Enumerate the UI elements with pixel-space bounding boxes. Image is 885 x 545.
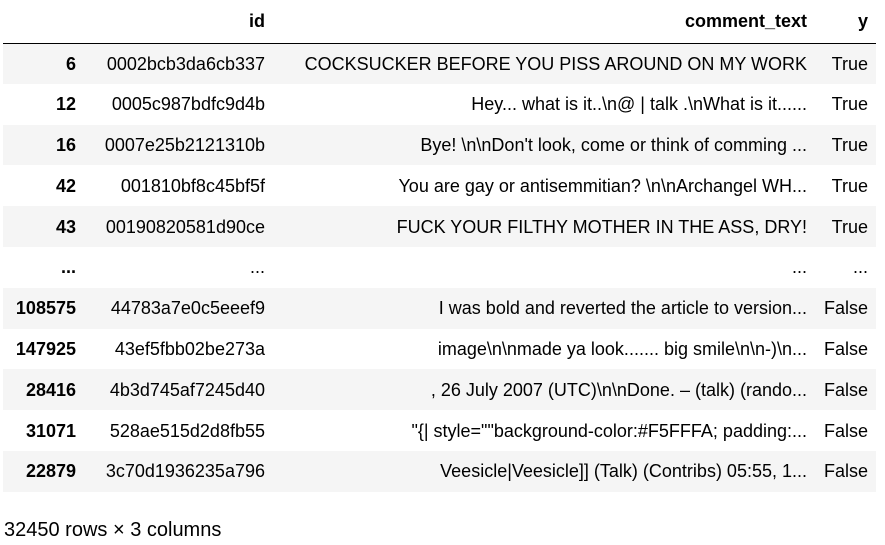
id-cell: 001810bf8c45bf5f xyxy=(84,165,273,206)
id-cell: 3c70d1936235a796 xyxy=(84,451,273,492)
row-index: 147925 xyxy=(3,329,84,370)
table-row: 28416 4b3d745af7245d40 , 26 July 2007 (U… xyxy=(3,369,876,410)
table-row: 108575 44783a7e0c5eeef9 I was bold and r… xyxy=(3,288,876,329)
id-cell: 0002bcb3da6cb337 xyxy=(84,43,273,84)
id-cell: 4b3d745af7245d40 xyxy=(84,369,273,410)
row-index: 28416 xyxy=(3,369,84,410)
row-index: 43 xyxy=(3,206,84,247)
y-cell: False xyxy=(815,410,876,451)
comment-text-cell: Bye! \n\nDon't look, come or think of co… xyxy=(273,125,815,166)
table-row: 43 00190820581d90ce FUCK YOUR FILTHY MOT… xyxy=(3,206,876,247)
row-index: 42 xyxy=(3,165,84,206)
row-index: 16 xyxy=(3,125,84,166)
table-row: 42 001810bf8c45bf5f You are gay or antis… xyxy=(3,165,876,206)
comment-text-cell: Hey... what is it..\n@ | talk .\nWhat is… xyxy=(273,84,815,125)
comment-text-cell: You are gay or antisemmitian? \n\nArchan… xyxy=(273,165,815,206)
id-cell: 43ef5fbb02be273a xyxy=(84,329,273,370)
dataframe-shape-text: 32450 rows × 3 columns xyxy=(4,517,221,543)
comment-text-cell: COCKSUCKER BEFORE YOU PISS AROUND ON MY … xyxy=(273,43,815,84)
row-index: 108575 xyxy=(3,288,84,329)
y-cell: True xyxy=(815,84,876,125)
y-cell: True xyxy=(815,125,876,166)
y-cell: False xyxy=(815,369,876,410)
index-column-header xyxy=(3,0,84,43)
row-index: 22879 xyxy=(3,451,84,492)
comment-text-cell: image\n\nmade ya look....... big smile\n… xyxy=(273,329,815,370)
row-index: 6 xyxy=(3,43,84,84)
id-cell: ... xyxy=(84,247,273,288)
id-column-header: id xyxy=(84,0,273,43)
row-index: 12 xyxy=(3,84,84,125)
id-cell: 528ae515d2d8fb55 xyxy=(84,410,273,451)
comment-text-cell: Veesicle|Veesicle]] (Talk) (Contribs) 05… xyxy=(273,451,815,492)
dataframe-container: id comment_text y 6 0002bcb3da6cb337 COC… xyxy=(3,0,876,492)
table-row: 16 0007e25b2121310b Bye! \n\nDon't look,… xyxy=(3,125,876,166)
table-row: 22879 3c70d1936235a796 Veesicle|Veesicle… xyxy=(3,451,876,492)
id-cell: 0005c987bdfc9d4b xyxy=(84,84,273,125)
y-cell: True xyxy=(815,43,876,84)
comment-text-cell: FUCK YOUR FILTHY MOTHER IN THE ASS, DRY! xyxy=(273,206,815,247)
table-header: id comment_text y xyxy=(3,0,876,43)
y-cell: False xyxy=(815,329,876,370)
table-row: 147925 43ef5fbb02be273a image\n\nmade ya… xyxy=(3,329,876,370)
y-cell: True xyxy=(815,165,876,206)
row-index: 31071 xyxy=(3,410,84,451)
y-cell: False xyxy=(815,451,876,492)
header-row: id comment_text y xyxy=(3,0,876,43)
id-cell: 44783a7e0c5eeef9 xyxy=(84,288,273,329)
comment-text-cell: "{| style=""background-color:#F5FFFA; pa… xyxy=(273,410,815,451)
y-cell: True xyxy=(815,206,876,247)
comment-text-cell: ... xyxy=(273,247,815,288)
table-row: 12 0005c987bdfc9d4b Hey... what is it..\… xyxy=(3,84,876,125)
y-cell: ... xyxy=(815,247,876,288)
y-column-header: y xyxy=(815,0,876,43)
comment-text-cell: , 26 July 2007 (UTC)\n\nDone. – (talk) (… xyxy=(273,369,815,410)
comment-text-cell: I was bold and reverted the article to v… xyxy=(273,288,815,329)
y-cell: False xyxy=(815,288,876,329)
id-cell: 0007e25b2121310b xyxy=(84,125,273,166)
table-body: 6 0002bcb3da6cb337 COCKSUCKER BEFORE YOU… xyxy=(3,43,876,492)
ellipsis-row: ... ... ... ... xyxy=(3,247,876,288)
table-row: 31071 528ae515d2d8fb55 "{| style=""backg… xyxy=(3,410,876,451)
row-index: ... xyxy=(3,247,84,288)
table-row: 6 0002bcb3da6cb337 COCKSUCKER BEFORE YOU… xyxy=(3,43,876,84)
comment-text-column-header: comment_text xyxy=(273,0,815,43)
dataframe-table: id comment_text y 6 0002bcb3da6cb337 COC… xyxy=(3,0,876,492)
id-cell: 00190820581d90ce xyxy=(84,206,273,247)
